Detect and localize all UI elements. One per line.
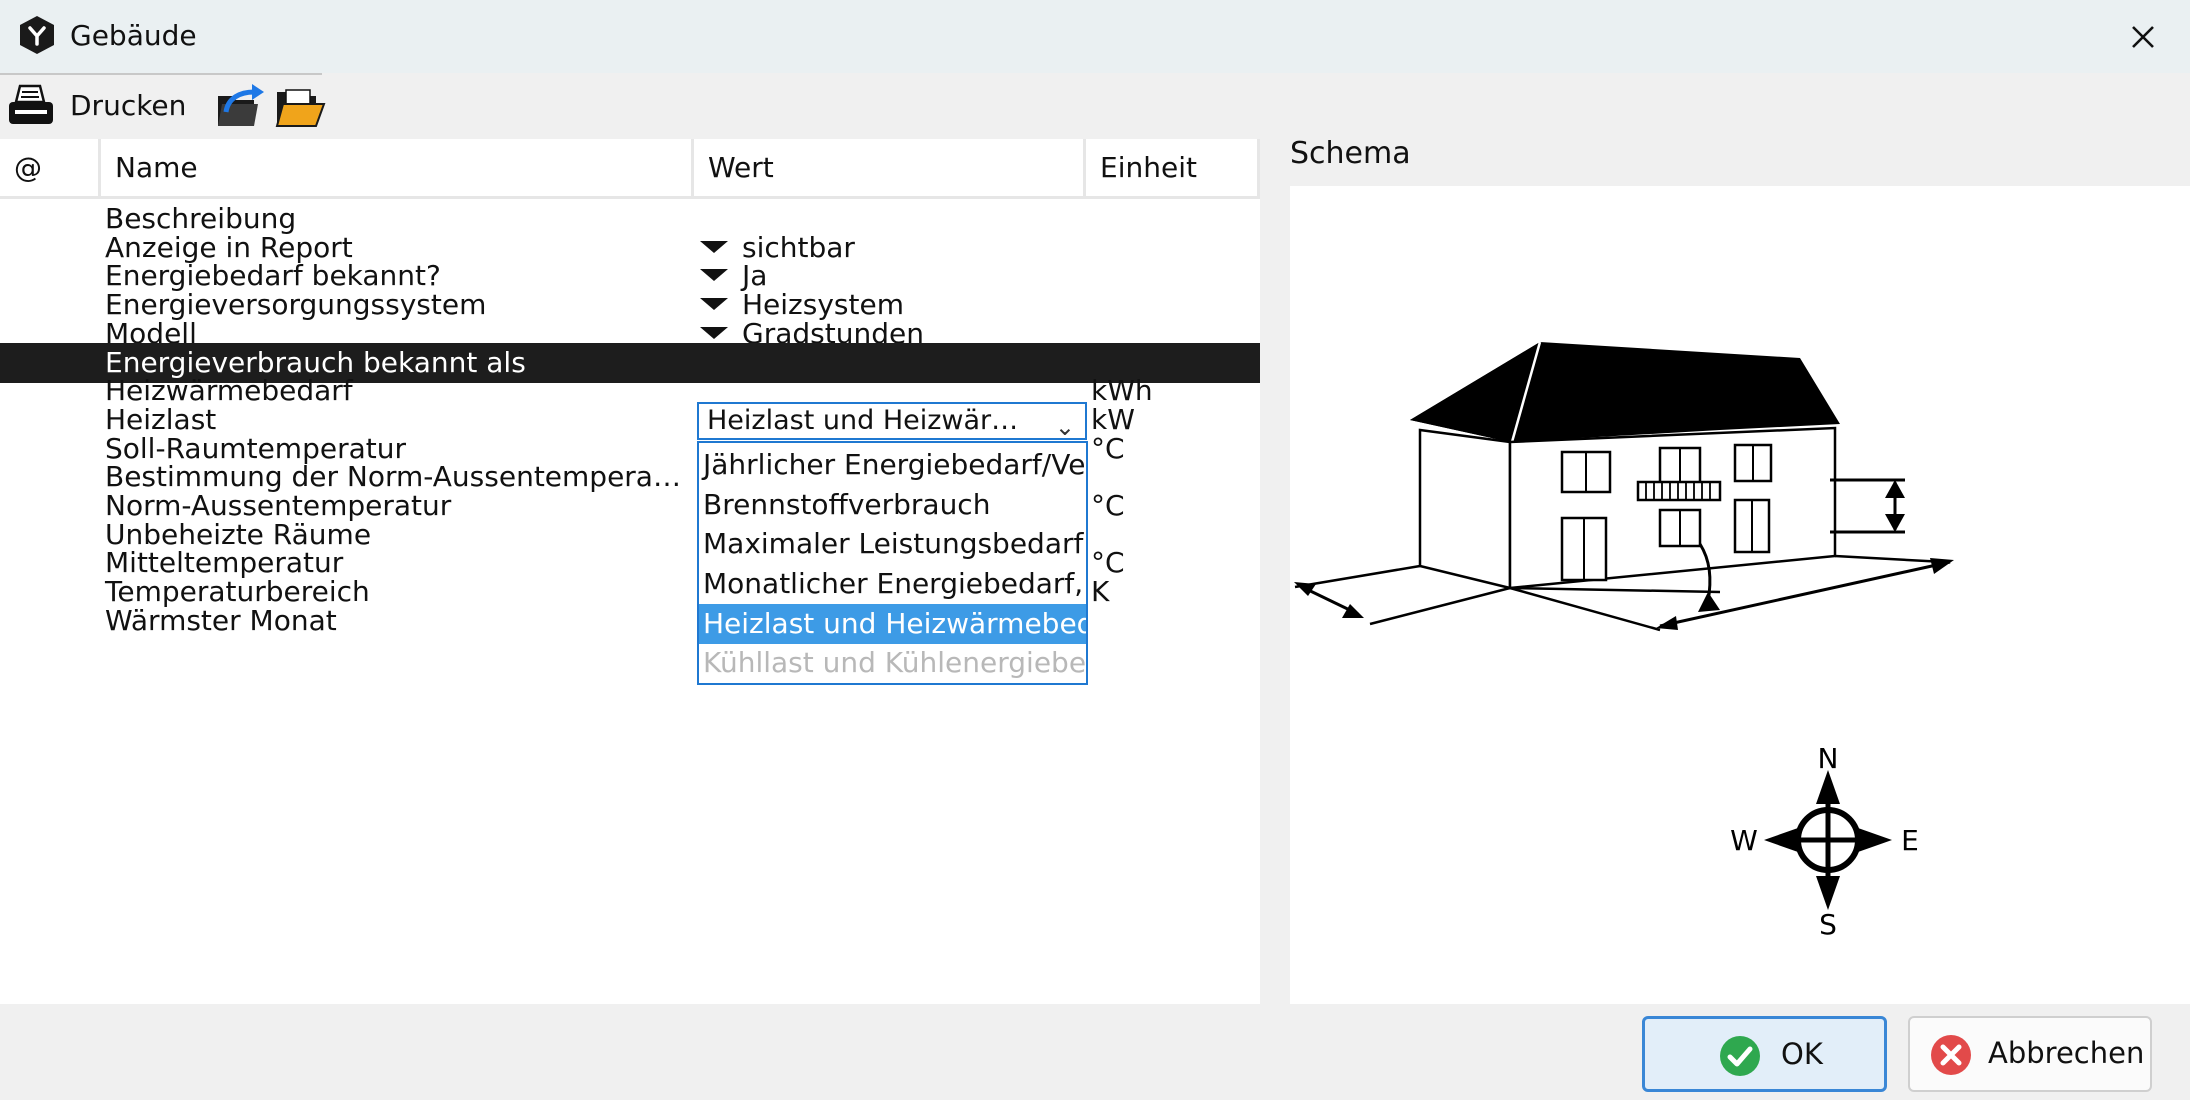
chevron-down-icon[interactable]: ⌄ — [1055, 410, 1075, 438]
cancel-x-icon — [1931, 1035, 1971, 1075]
dropdown-option[interactable]: Monatlicher Energiebedarf, — [699, 564, 1086, 604]
compass-icon: N S W E — [1730, 742, 1919, 940]
column-header-wert[interactable]: Wert — [694, 139, 1086, 199]
print-button[interactable]: Drucken — [70, 86, 186, 126]
title-bar — [0, 0, 2190, 73]
export-icon[interactable] — [214, 82, 266, 130]
caret-down-icon[interactable] — [700, 240, 728, 253]
dropdown-list: Jährlicher Energiebedarf/Ve Brennstoffve… — [697, 441, 1088, 685]
compass-west-label: W — [1730, 824, 1758, 857]
compass-south-label: S — [1819, 908, 1837, 940]
check-icon — [1720, 1036, 1760, 1076]
cancel-button-label: Abbrechen — [1988, 1036, 2145, 1070]
window-title: Gebäude — [70, 19, 197, 52]
toolbar — [0, 73, 2190, 139]
column-header-at[interactable]: @ — [0, 139, 101, 199]
schema-label: Schema — [1290, 136, 1411, 171]
ok-button[interactable]: OK — [1642, 1016, 1887, 1092]
row-name: Wärmster Monat — [105, 603, 337, 637]
column-header-einheit[interactable]: Einheit — [1086, 139, 1260, 199]
dropdown-option-disabled: Kühllast und Kühlenergiebe — [703, 646, 1086, 679]
combo-value: Heizlast und Heizwär… — [707, 405, 1019, 436]
ok-button-label: OK — [1781, 1037, 1823, 1071]
compass-north-label: N — [1818, 742, 1839, 775]
close-icon[interactable] — [2120, 14, 2166, 60]
energy-consumption-combobox[interactable]: Heizlast und Heizwär… ⌄ — [697, 402, 1087, 440]
open-folder-icon[interactable] — [274, 84, 326, 130]
dropdown-option-selected[interactable]: Heizlast und Heizwärmebed — [699, 604, 1086, 644]
compass-east-label: E — [1901, 824, 1919, 857]
caret-down-icon[interactable] — [700, 326, 728, 339]
caret-down-icon[interactable] — [700, 298, 728, 311]
dropdown-option[interactable]: Maximaler Leistungsbedarf — [699, 524, 1086, 564]
printer-icon[interactable] — [6, 82, 56, 130]
app-logo-icon — [20, 16, 54, 54]
caret-down-icon[interactable] — [700, 269, 728, 282]
column-header-name[interactable]: Name — [101, 139, 694, 199]
dropdown-option[interactable]: Brennstoffverbrauch — [699, 485, 1086, 525]
cancel-button[interactable]: Abbrechen — [1908, 1016, 2152, 1092]
house-schema-illustration — [1294, 341, 1954, 632]
dropdown-option[interactable]: Jährlicher Energiebedarf/Ve — [699, 445, 1086, 485]
toolbar-divider — [0, 73, 322, 75]
